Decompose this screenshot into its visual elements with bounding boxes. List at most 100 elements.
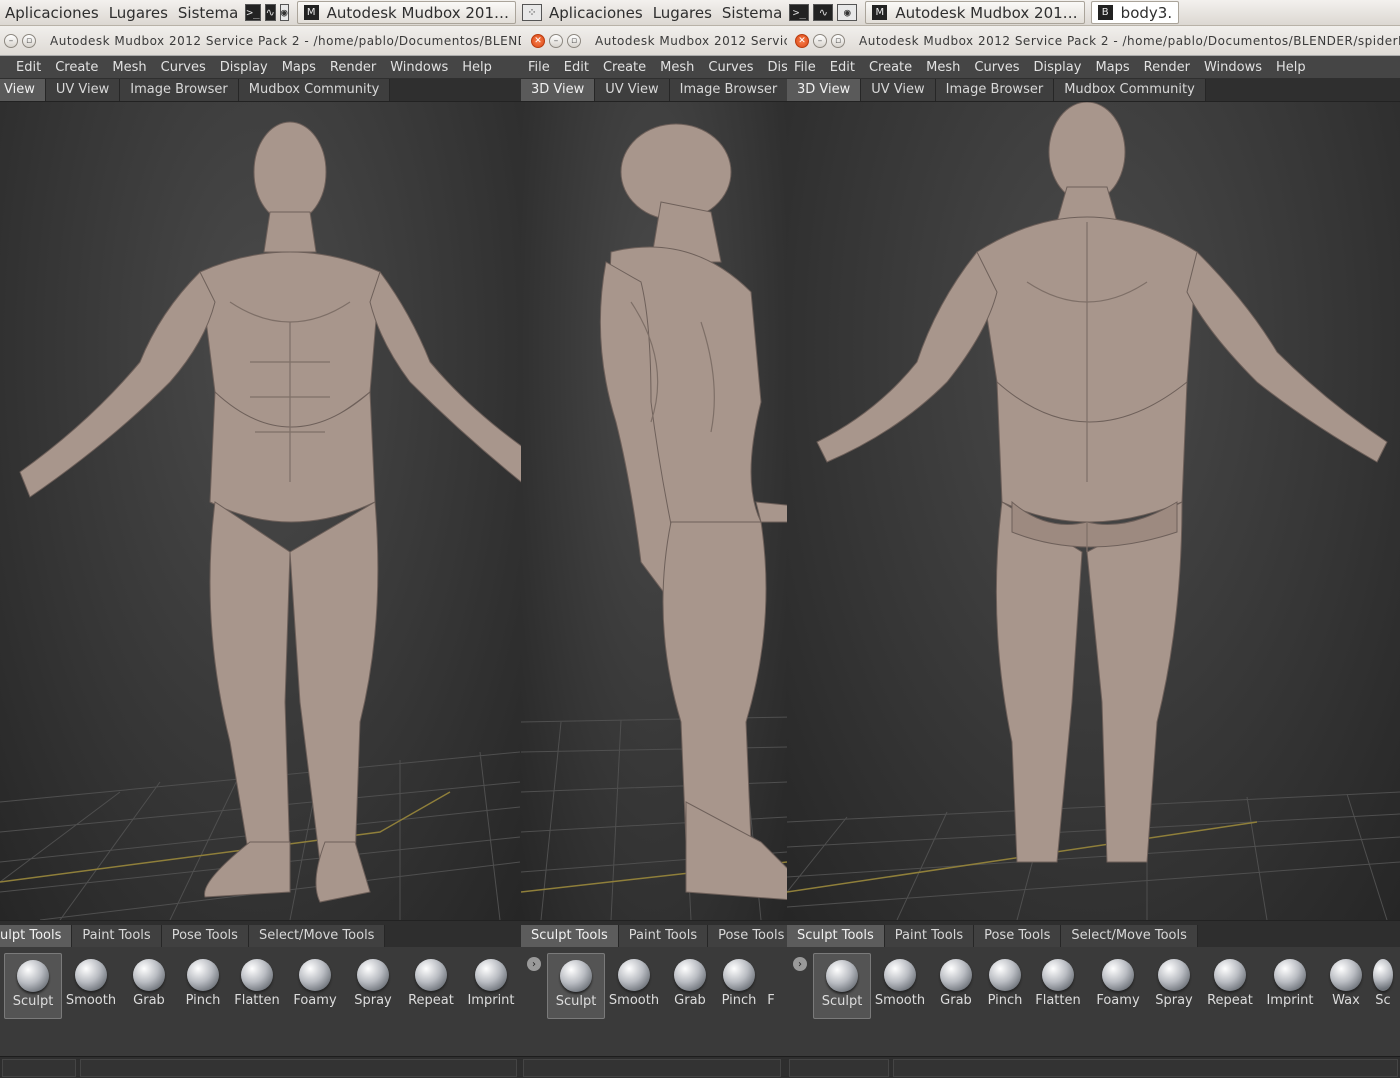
terminal-icon[interactable]: >_ — [789, 4, 810, 21]
tool-flatten[interactable]: Flatten — [1027, 953, 1089, 1019]
tab-image-browser[interactable]: Image Browser — [120, 79, 239, 101]
tab-sculpt-tools[interactable]: Sculpt Tools — [787, 925, 885, 947]
tab-select-move-tools[interactable]: Select/Move Tools — [1061, 925, 1198, 947]
maximize-icon[interactable]: ▫ — [831, 33, 845, 48]
tab-paint-tools[interactable]: Paint Tools — [72, 925, 162, 947]
menu-mesh[interactable]: Mesh — [919, 60, 967, 75]
maximize-icon[interactable]: ▫ — [567, 33, 581, 48]
tab-mudbox-community[interactable]: Mudbox Community — [1054, 79, 1206, 101]
maximize-icon[interactable]: ▫ — [22, 33, 36, 48]
tool-scrape[interactable]: Sc — [1371, 953, 1395, 1019]
menu-create[interactable]: Create — [596, 60, 653, 75]
tab-uv-view[interactable]: UV View — [45, 79, 121, 101]
menu-edit[interactable]: Edit — [557, 60, 596, 75]
taskbar-body3[interactable]: B body3. — [1090, 1, 1180, 24]
tab-paint-tools[interactable]: Paint Tools — [618, 925, 709, 947]
tool-wax[interactable]: Wax — [1321, 953, 1371, 1019]
menu-windows[interactable]: Windows — [383, 60, 455, 75]
menu-maps[interactable]: Maps — [1088, 60, 1136, 75]
tab-select-move-tools[interactable]: Select/Move Tools — [248, 925, 386, 947]
menu-curves[interactable]: Curves — [154, 60, 213, 75]
tool-imprint[interactable]: Imprint — [460, 953, 521, 1019]
minimize-icon[interactable]: – — [4, 33, 18, 48]
tool-grab[interactable]: Grab — [120, 953, 178, 1019]
screenshot-icon[interactable]: ◉ — [279, 4, 289, 21]
tab-3d-view[interactable]: 3D View — [787, 79, 862, 101]
tab-3d-view[interactable]: View — [0, 79, 46, 101]
tool-pinch[interactable]: Pinch — [178, 953, 228, 1019]
menu-help[interactable]: Help — [455, 60, 499, 75]
screenshot-icon[interactable]: ◉ — [837, 4, 858, 21]
tool-spray[interactable]: Spray — [1147, 953, 1201, 1019]
menu-windows[interactable]: Windows — [1197, 60, 1269, 75]
tool-flatten[interactable]: F — [761, 953, 781, 1019]
menu-aplicaciones[interactable]: Aplicaciones — [544, 0, 648, 25]
tool-flatten[interactable]: Flatten — [228, 953, 286, 1019]
menu-maps[interactable]: Maps — [275, 60, 323, 75]
tool-pinch[interactable]: Pinch — [983, 953, 1027, 1019]
minimize-icon[interactable]: – — [549, 33, 563, 48]
taskbar-mudbox[interactable]: M Autodesk Mudbox 201… — [865, 1, 1085, 24]
menu-curves[interactable]: Curves — [701, 60, 760, 75]
system-monitor-icon[interactable]: ∿ — [264, 4, 276, 21]
menu-lugares[interactable]: Lugares — [104, 0, 173, 25]
window-titlebar[interactable]: ✕ – ▫ Autodesk Mudbox 2012 Service Pack … — [787, 26, 1400, 56]
menu-mesh[interactable]: Mesh — [653, 60, 701, 75]
tab-image-browser[interactable]: Image Browser — [935, 79, 1055, 101]
tab-paint-tools[interactable]: Paint Tools — [884, 925, 975, 947]
menu-display[interactable]: Display — [213, 60, 275, 75]
tab-sculpt-tools[interactable]: ulpt Tools — [0, 925, 73, 947]
tool-smooth[interactable]: Smooth — [605, 953, 663, 1019]
tab-uv-view[interactable]: UV View — [595, 79, 670, 101]
tool-grab[interactable]: Grab — [663, 953, 717, 1019]
3d-viewport-side[interactable] — [521, 102, 787, 920]
menu-sistema[interactable]: Sistema — [717, 0, 787, 25]
tab-pose-tools[interactable]: Pose Tools — [708, 925, 787, 947]
minimize-icon[interactable]: – — [813, 33, 827, 48]
system-monitor-icon[interactable]: ∿ — [813, 4, 834, 21]
tool-smooth[interactable]: Smooth — [871, 953, 929, 1019]
tool-repeat[interactable]: Repeat — [402, 953, 460, 1019]
tool-foamy[interactable]: Foamy — [1089, 953, 1147, 1019]
tool-foamy[interactable]: Foamy — [286, 953, 344, 1019]
menu-aplicaciones[interactable]: Aplicaciones — [0, 0, 104, 25]
tab-pose-tools[interactable]: Pose Tools — [161, 925, 249, 947]
menu-file[interactable]: File — [787, 60, 823, 75]
menu-edit[interactable]: Edit — [823, 60, 862, 75]
tool-pinch[interactable]: Pinch — [717, 953, 761, 1019]
tool-grab[interactable]: Grab — [929, 953, 983, 1019]
close-icon[interactable]: ✕ — [531, 33, 545, 48]
menu-file[interactable]: File — [521, 60, 557, 75]
menu-display[interactable]: Displ — [761, 60, 787, 75]
tab-uv-view[interactable]: UV View — [861, 79, 936, 101]
menu-sistema[interactable]: Sistema — [173, 0, 243, 25]
menu-help[interactable]: Help — [1269, 60, 1313, 75]
menu-lugares[interactable]: Lugares — [648, 0, 717, 25]
3d-viewport-front[interactable] — [0, 102, 521, 920]
tab-3d-view[interactable]: 3D View — [521, 79, 596, 101]
menu-create[interactable]: Create — [862, 60, 919, 75]
menu-render[interactable]: Render — [323, 60, 383, 75]
menu-create[interactable]: Create — [48, 60, 105, 75]
tab-mudbox-community[interactable]: Mudbox Community — [238, 79, 391, 101]
window-titlebar[interactable]: – ▫ Autodesk Mudbox 2012 Service Pack 2 … — [0, 26, 521, 56]
tab-pose-tools[interactable]: Pose Tools — [974, 925, 1062, 947]
tool-sculpt[interactable]: Sculpt — [813, 953, 871, 1019]
tool-sculpt[interactable]: Sculpt — [4, 953, 62, 1019]
tool-imprint[interactable]: Imprint — [1259, 953, 1321, 1019]
window-titlebar[interactable]: ✕ – ▫ Autodesk Mudbox 2012 Service Pa — [521, 26, 787, 56]
terminal-icon[interactable]: >_ — [245, 4, 261, 21]
tab-sculpt-tools[interactable]: Sculpt Tools — [521, 925, 619, 947]
tool-repeat[interactable]: Repeat — [1201, 953, 1259, 1019]
expand-arrow-icon[interactable]: › — [793, 957, 807, 971]
menu-curves[interactable]: Curves — [967, 60, 1026, 75]
close-icon[interactable]: ✕ — [795, 33, 809, 48]
menu-edit[interactable]: Edit — [0, 60, 48, 75]
taskbar-mudbox[interactable]: M Autodesk Mudbox 201… — [296, 1, 516, 24]
tool-sculpt[interactable]: Sculpt — [547, 953, 605, 1019]
3d-viewport-back[interactable] — [787, 102, 1400, 920]
menu-mesh[interactable]: Mesh — [105, 60, 153, 75]
tool-spray[interactable]: Spray — [344, 953, 402, 1019]
menu-display[interactable]: Display — [1027, 60, 1089, 75]
tool-smooth[interactable]: Smooth — [62, 953, 120, 1019]
